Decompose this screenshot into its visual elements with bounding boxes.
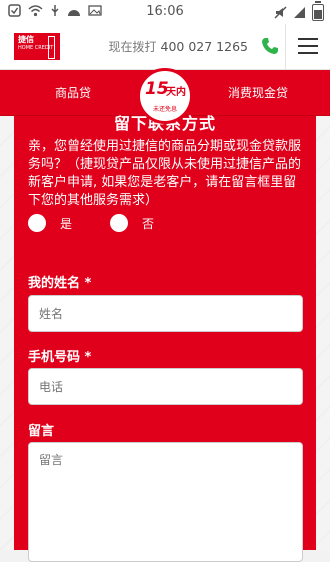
status-bar: 16:06: [0, 0, 330, 24]
existing-customer-question: 亲，您曾经使用过捷信的商品分期或现金贷款服务吗？（捷现贷产品仅限从未使用过捷信产…: [28, 139, 302, 208]
name-input[interactable]: [28, 295, 303, 332]
home-credit-logo[interactable]: 捷信 HOME CREDIT: [14, 33, 60, 60]
phone-label: 手机号码 *: [28, 350, 92, 365]
call-text: 现在拨打: [108, 40, 157, 54]
radio-no-label[interactable]: 否: [142, 215, 154, 232]
radio-yes-label[interactable]: 是: [60, 215, 72, 232]
hotline-number[interactable]: 400 027 1265: [161, 39, 248, 54]
radio-yes[interactable]: [28, 214, 46, 232]
mute-icon: [274, 6, 287, 19]
battery-icon: [312, 1, 324, 21]
phone-icon[interactable]: [260, 36, 280, 56]
contact-form: 留下联系方式 亲，您曾经使用过捷信的商品分期或现金贷款服务吗？（捷现贷产品仅限从…: [14, 114, 316, 562]
hamburger-menu-icon[interactable]: [298, 38, 318, 54]
tab-product-loan[interactable]: 商品贷: [55, 84, 91, 101]
radio-no[interactable]: [110, 214, 129, 232]
call-line: 现在拨打 400 027 1265: [109, 38, 249, 55]
message-textarea[interactable]: [28, 442, 303, 562]
interest-free-badge: 15 天内 未还免息: [137, 68, 193, 124]
tab-cash-loan[interactable]: 消费现金贷: [228, 84, 288, 101]
app-header: 捷信 HOME CREDIT 现在拨打 400 027 1265: [0, 24, 330, 70]
phone-input[interactable]: [28, 368, 303, 405]
signal-icon: [294, 7, 305, 18]
customer-radio-group: 是 否: [28, 214, 192, 232]
name-label: 我的姓名 *: [28, 276, 92, 291]
message-label: 留言: [28, 424, 55, 439]
